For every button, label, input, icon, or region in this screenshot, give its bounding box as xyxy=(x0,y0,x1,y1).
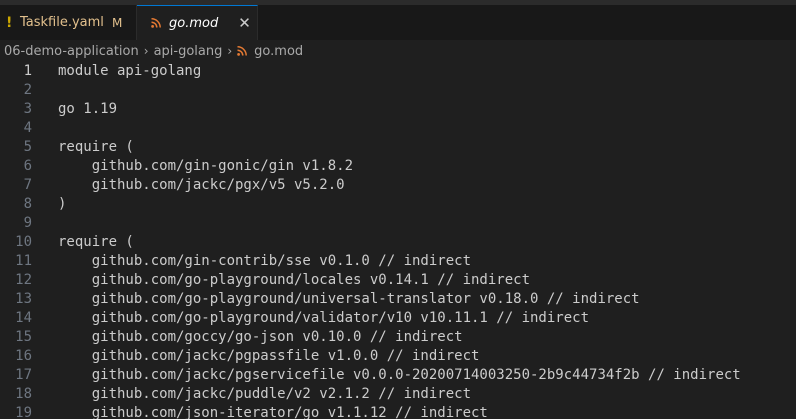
line-text[interactable]: require ( xyxy=(58,233,134,252)
line-text[interactable]: github.com/jackc/puddle/v2 v2.1.2 // ind… xyxy=(58,385,471,404)
code-line: 7 github.com/jackc/pgx/v5 v5.2.0 xyxy=(0,176,796,195)
line-number: 17 xyxy=(15,367,32,383)
chevron-right-icon: › xyxy=(227,44,233,58)
line-text[interactable]: github.com/jackc/pgx/v5 v5.2.0 xyxy=(58,176,345,195)
tab-go-mod[interactable]: go.mod ✕ xyxy=(137,5,258,40)
breadcrumb-item-folder[interactable]: 06-demo-application xyxy=(4,44,139,59)
line-text[interactable]: go 1.19 xyxy=(58,100,117,119)
code-line: 19 github.com/json-iterator/go v1.1.12 /… xyxy=(0,404,796,419)
code-line: 10 require ( xyxy=(0,233,796,252)
line-number: 2 xyxy=(23,82,32,98)
line-text[interactable]: github.com/jackc/pgservicefile v0.0.0-20… xyxy=(58,366,741,385)
line-text[interactable]: github.com/go-playground/locales v0.14.1… xyxy=(58,271,530,290)
tab-taskfile-yaml[interactable]: ! Taskfile.yaml M xyxy=(0,5,137,40)
code-line: 18 github.com/jackc/puddle/v2 v2.1.2 // … xyxy=(0,385,796,404)
code-line: 3 go 1.19 xyxy=(0,100,796,119)
line-number: 12 xyxy=(15,272,32,288)
line-number: 13 xyxy=(15,291,32,307)
code-line: 16 github.com/jackc/pgpassfile v1.0.0 //… xyxy=(0,347,796,366)
line-number: 5 xyxy=(23,139,32,155)
line-text[interactable]: ) xyxy=(58,195,66,214)
line-text[interactable]: github.com/go-playground/validator/v10 v… xyxy=(58,309,589,328)
line-number: 6 xyxy=(23,158,32,174)
line-text[interactable]: github.com/go-playground/universal-trans… xyxy=(58,290,640,309)
line-number: 1 xyxy=(23,63,32,79)
line-number: 4 xyxy=(23,120,32,136)
code-line: 5 require ( xyxy=(0,138,796,157)
code-editor[interactable]: 1 module api-golang 2 3 go 1.19 4 5 require… xyxy=(0,62,796,419)
code-line: 2 xyxy=(0,81,796,100)
line-number: 15 xyxy=(15,329,32,345)
line-text[interactable]: module api-golang xyxy=(58,62,201,81)
code-line: 4 xyxy=(0,119,796,138)
line-number: 19 xyxy=(15,405,32,419)
tab-label: go.mod xyxy=(169,15,219,31)
line-number: 11 xyxy=(15,253,32,269)
tab-label: Taskfile.yaml xyxy=(20,15,104,30)
code-line: 6 github.com/gin-gonic/gin v1.8.2 xyxy=(0,157,796,176)
line-text[interactable]: github.com/gin-gonic/gin v1.8.2 xyxy=(58,157,353,176)
code-line: 8) xyxy=(0,195,796,214)
line-number: 7 xyxy=(23,177,32,193)
code-line: 15 github.com/goccy/go-json v0.10.0 // i… xyxy=(0,328,796,347)
breadcrumb-item-folder[interactable]: api-golang xyxy=(154,44,223,59)
rss-icon xyxy=(151,18,161,28)
code-line: 13 github.com/go-playground/universal-tr… xyxy=(0,290,796,309)
line-number: 18 xyxy=(15,386,32,402)
breadcrumb: 06-demo-application › api-golang › go.mo… xyxy=(0,40,796,62)
line-text[interactable]: require ( xyxy=(58,138,134,157)
code-line: 14 github.com/go-playground/validator/v1… xyxy=(0,309,796,328)
line-text[interactable]: github.com/gin-contrib/sse v0.1.0 // ind… xyxy=(58,252,471,271)
line-number: 9 xyxy=(23,215,32,231)
code-line: 11 github.com/gin-contrib/sse v0.1.0 // … xyxy=(0,252,796,271)
close-icon[interactable]: ✕ xyxy=(238,15,251,31)
chevron-right-icon: › xyxy=(143,44,149,58)
code-line: 12 github.com/go-playground/locales v0.1… xyxy=(0,271,796,290)
breadcrumb-item-file[interactable]: go.mod xyxy=(237,44,303,59)
line-number: 16 xyxy=(15,348,32,364)
warning-icon: ! xyxy=(6,14,13,31)
line-text[interactable]: github.com/goccy/go-json v0.10.0 // indi… xyxy=(58,328,463,347)
line-text[interactable]: github.com/jackc/pgpassfile v1.0.0 // in… xyxy=(58,347,480,366)
code-line: 9 xyxy=(0,214,796,233)
rss-icon xyxy=(237,46,248,56)
line-text[interactable]: github.com/json-iterator/go v1.1.12 // i… xyxy=(58,404,488,419)
code-line: 17 github.com/jackc/pgservicefile v0.0.0… xyxy=(0,366,796,385)
code-line: 1 module api-golang xyxy=(0,62,796,81)
tab-bar: ! Taskfile.yaml M go.mod ✕ xyxy=(0,0,796,40)
breadcrumb-file-label: go.mod xyxy=(254,43,304,59)
line-number: 10 xyxy=(15,234,32,250)
line-number: 3 xyxy=(23,101,32,117)
line-number: 8 xyxy=(23,196,32,212)
modified-indicator: M xyxy=(111,15,123,30)
line-number: 14 xyxy=(15,310,32,326)
